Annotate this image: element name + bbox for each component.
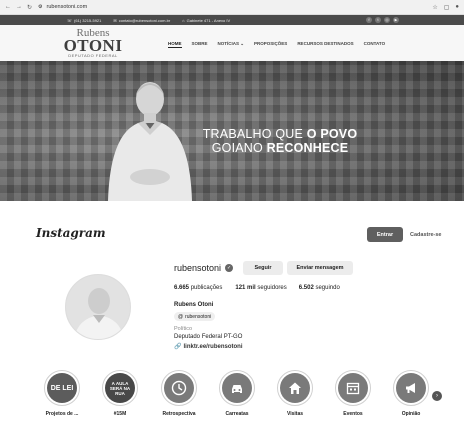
logo-line-2: OTONI xyxy=(63,36,123,55)
highlight-item[interactable]: Retrospectiva xyxy=(157,370,201,417)
email-icon: ✉ xyxy=(113,17,117,23)
calendar-icon xyxy=(338,373,368,403)
slogan-emphasis: O POVO xyxy=(306,127,358,141)
address-bar[interactable]: rubensotoni.com xyxy=(47,4,88,10)
site-info-icon[interactable]: ⚙ xyxy=(38,4,42,10)
follow-button[interactable]: Seguir xyxy=(243,261,283,275)
following-label: seguindo xyxy=(315,285,340,291)
highlight-label: Visitas xyxy=(286,411,304,417)
bookmark-star-icon[interactable]: ☆ xyxy=(432,4,437,11)
highlight-label: Retrospectiva xyxy=(162,411,196,417)
profile-full-name: Rubens Otoni xyxy=(174,302,214,308)
verified-badge-icon: ✓ xyxy=(225,264,234,272)
slogan-part: GOIANO xyxy=(211,141,267,155)
instagram-icon[interactable]: ◎ xyxy=(384,17,390,23)
link-icon: 🔗 xyxy=(174,344,182,350)
highlight-item[interactable]: A AULA SERÁ NA RUA #15M xyxy=(98,370,142,417)
email-info[interactable]: ✉ contato@rubensotoni.com.br xyxy=(113,18,170,23)
sidebar-icon[interactable]: ▢ xyxy=(444,4,450,11)
highlight-cover: A AULA SERÁ NA RUA xyxy=(105,373,135,403)
menu-contato[interactable]: CONTATO xyxy=(364,41,386,48)
social-links: f t ◎ ▶ xyxy=(366,17,399,23)
profile-bio: Deputado Federal PT-GO xyxy=(174,334,243,340)
highlight-item[interactable]: Visitas xyxy=(273,370,317,417)
profile-avatar[interactable] xyxy=(65,274,131,340)
link-text: linktr.ee/rubensotoni xyxy=(183,343,243,350)
address-info: ⌂ Gabinete 471 - Anexo IV xyxy=(182,17,231,23)
following-stat[interactable]: 6.502 seguindo xyxy=(299,285,340,291)
posts-stat: 6.665 publicações xyxy=(174,285,222,291)
followers-count: 121 mil xyxy=(235,285,256,291)
browser-nav: ← → ↻ xyxy=(5,4,32,11)
youtube-icon[interactable]: ▶ xyxy=(393,17,399,23)
highlight-label: Carreatas xyxy=(225,411,249,417)
highlight-label: Eventos xyxy=(343,411,363,417)
logo-line-3: DEPUTADO FEDERAL xyxy=(68,53,118,58)
menu-recursos[interactable]: RECURSOS DESTINADOS xyxy=(297,41,353,48)
car-icon xyxy=(222,373,252,403)
forward-icon[interactable]: → xyxy=(16,4,22,11)
profile-category: Político xyxy=(174,326,193,332)
browser-toolbar: ← → ↻ ⚙ rubensotoni.com ☆ ▢ ● xyxy=(0,0,464,15)
highlight-item[interactable]: Eventos xyxy=(331,370,375,417)
highlight-item[interactable]: Opinião xyxy=(389,370,433,417)
clock-icon xyxy=(164,373,194,403)
home-icon xyxy=(280,373,310,403)
megaphone-icon xyxy=(396,373,426,403)
followers-stat[interactable]: 121 mil seguidores xyxy=(235,285,286,291)
menu-sobre[interactable]: SOBRE xyxy=(192,41,208,48)
threads-badge[interactable]: @ rubensotoni xyxy=(174,312,216,321)
facebook-icon[interactable]: f xyxy=(366,17,372,23)
instagram-logo[interactable]: Instagram xyxy=(36,226,106,240)
username-text: rubensotoni xyxy=(174,263,222,273)
location-icon: ⌂ xyxy=(182,17,185,23)
profile-username: rubensotoni ✓ xyxy=(174,263,234,273)
menu-home[interactable]: HOME xyxy=(168,41,182,48)
login-button[interactable]: Entrar xyxy=(367,227,403,242)
profile-link[interactable]: 🔗 linktr.ee/rubensotoni xyxy=(174,343,243,351)
highlight-label: #15M xyxy=(113,411,127,417)
back-icon[interactable]: ← xyxy=(5,4,11,11)
phone-icon: ☏ xyxy=(67,17,73,23)
menu-noticias[interactable]: NOTÍCIAS ⌄ xyxy=(218,41,245,48)
highlight-item[interactable]: DE LEI Projetos de ... xyxy=(40,370,84,417)
reload-icon[interactable]: ↻ xyxy=(27,4,32,11)
threads-icon: @ xyxy=(178,313,184,320)
slogan-part: TRABALHO QUE xyxy=(202,127,307,141)
highlight-cover: DE LEI xyxy=(47,373,77,403)
main-menu: HOME SOBRE NOTÍCIAS ⌄ PROPOSIÇÕES RECURS… xyxy=(168,41,385,48)
slogan-emphasis: RECONHECE xyxy=(266,141,349,155)
send-message-button[interactable]: Enviar mensagem xyxy=(287,261,353,275)
hero-banner: TRABALHO QUE O POVO GOIANO RECONHECE xyxy=(0,61,464,201)
menu-proposicoes[interactable]: PROPOSIÇÕES xyxy=(254,41,287,48)
site-header: Rubens OTONI DEPUTADO FEDERAL HOME SOBRE… xyxy=(0,25,464,61)
posts-label: publicações xyxy=(190,285,223,291)
posts-count: 6.665 xyxy=(174,285,190,291)
avatar-photo xyxy=(66,275,130,339)
profile-stats: 6.665 publicações 121 mil seguidores 6.5… xyxy=(174,285,340,291)
phone-info: ☏ (61) 3215-5921 xyxy=(67,17,102,23)
signup-link[interactable]: Cadastre-se xyxy=(410,227,442,242)
highlight-label: Projetos de ... xyxy=(45,411,79,417)
highlight-item[interactable]: Carreatas xyxy=(215,370,259,417)
profile-icon[interactable]: ● xyxy=(455,4,459,11)
highlight-label: Opinião xyxy=(401,411,421,417)
followers-label: seguidores xyxy=(257,285,287,291)
site-info-bar: ☏ (61) 3215-5921 ✉ contato@rubensotoni.com… xyxy=(0,15,464,25)
threads-handle: rubensotoni xyxy=(185,313,212,320)
site-logo[interactable]: Rubens OTONI DEPUTADO FEDERAL xyxy=(58,28,128,59)
banner-slogan: TRABALHO QUE O POVO GOIANO RECONHECE xyxy=(180,127,380,155)
twitter-icon[interactable]: t xyxy=(375,17,381,23)
following-count: 6.502 xyxy=(298,285,314,291)
chevron-right-icon[interactable]: › xyxy=(432,391,442,401)
